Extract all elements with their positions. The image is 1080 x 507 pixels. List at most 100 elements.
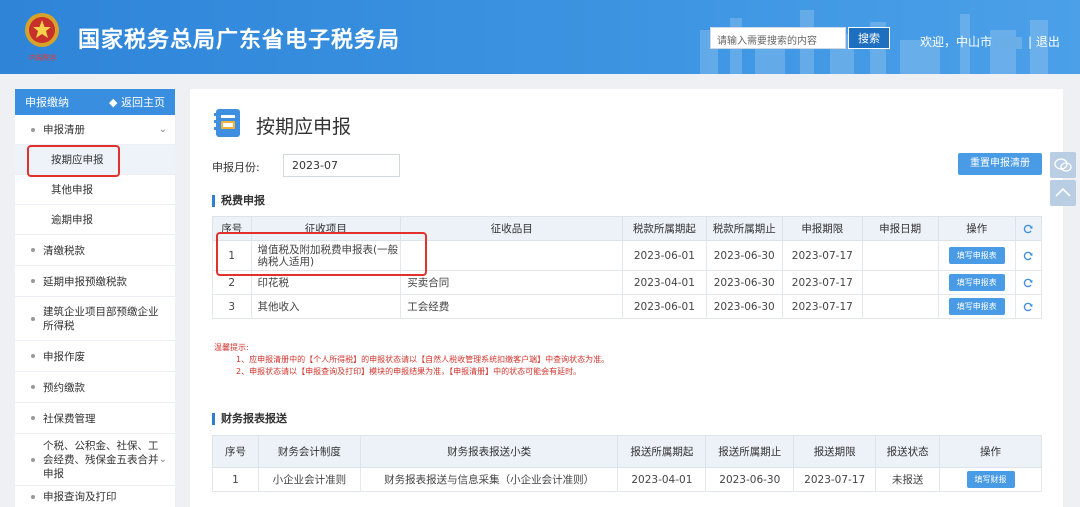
notice-box: 温馨提示: 1、应申报清册中的【个人所得税】的申报状态请以【自然人税收管理系统扣…	[214, 342, 609, 378]
column-header: 税款所属期止	[705, 216, 783, 241]
column-header: 序号	[212, 435, 259, 468]
sidebar-item-deferred-prepay[interactable]: 延期申报预缴税款	[15, 266, 175, 297]
sidebar-item-label: 清缴税款	[43, 244, 85, 257]
deadline: 2023-07-17	[781, 270, 863, 295]
refresh-icon[interactable]	[1023, 224, 1033, 234]
action-cell: 填写申报表	[937, 270, 1016, 295]
logout-link[interactable]: | 退出	[1028, 33, 1060, 50]
report-sub-type: 财务报表报送与信息采集（小企业会计准则）	[359, 467, 619, 492]
reset-declaration-list-button[interactable]: 重置申报清册	[958, 153, 1042, 175]
finance-report-table: 序号 财务会计制度 财务报表报送小类 报送所属期起 报送所属期止 报送期限 报送…	[212, 435, 1042, 492]
column-header: 报送期限	[793, 435, 877, 468]
sidebar-item-void-declaration[interactable]: 申报作废	[15, 341, 175, 372]
bullet-icon	[31, 416, 35, 420]
svg-text:中国税务: 中国税务	[28, 54, 57, 62]
refresh-cell	[1014, 240, 1043, 271]
bullet-icon	[31, 248, 35, 252]
welcome-text: 欢迎，中山市	[920, 33, 1023, 50]
tax-emblem-logo: 中国税务	[25, 13, 59, 62]
fill-form-button[interactable]: 填写申报表	[948, 274, 1005, 291]
refresh-icon[interactable]	[1023, 278, 1033, 288]
period-start: 2023-04-01	[622, 270, 707, 295]
column-header: 申报期限	[781, 216, 863, 241]
site-title: 国家税务总局广东省电子税务局	[78, 28, 401, 53]
tax-item: 其他收入	[250, 294, 402, 319]
fill-financial-report-button[interactable]: 填写财报	[966, 471, 1015, 488]
top-header: 中国税务 国家税务总局广东省电子税务局 请输入需要搜索的内容 搜索 欢迎，中山市…	[0, 0, 1080, 74]
back-to-top-button[interactable]	[1050, 180, 1076, 206]
sidebar-item-scheduled-payment[interactable]: 预约缴款	[15, 372, 175, 403]
search-input[interactable]: 请输入需要搜索的内容	[710, 27, 846, 49]
refresh-cell	[1014, 294, 1043, 319]
sidebar-item-five-in-one[interactable]: 个税、公积金、社保、工会经费、残保金五表合并申报 ⌄	[15, 434, 175, 486]
deadline: 2023-07-17	[781, 240, 863, 271]
sidebar-item-overdue-declaration[interactable]: 逾期申报	[15, 205, 175, 235]
main-panel: 按期应申报 申报月份: 2023-07 重置申报清册 税费申报 序号 征收项目 …	[190, 89, 1063, 507]
refresh-all-cell[interactable]	[1014, 216, 1043, 241]
highlight-box-vat-row	[216, 232, 427, 276]
period-end: 2023-06-30	[705, 240, 783, 271]
back-home-label: 返回主页	[121, 96, 165, 109]
accounting-system: 小企业会计准则	[257, 467, 361, 492]
action-cell: 填写申报表	[937, 240, 1016, 271]
column-header: 操作	[939, 435, 1042, 468]
sidebar-item-other-declaration[interactable]: 其他申报	[15, 175, 175, 205]
search-button[interactable]: 搜索	[848, 27, 890, 49]
period-end: 2023-06-30	[705, 294, 783, 319]
finance-section-title: 财务报表报送	[212, 413, 287, 425]
column-header: 报送状态	[875, 435, 941, 468]
tax-sub-item: 买卖合同	[400, 270, 624, 295]
sidebar-item-label: 申报查询及打印	[43, 491, 117, 503]
tax-sub-item: 工会经费	[400, 294, 624, 319]
column-header: 财务会计制度	[257, 435, 361, 468]
bullet-icon	[31, 279, 35, 283]
bullet-icon	[31, 457, 35, 462]
deadline: 2023-07-17	[781, 294, 863, 319]
refresh-cell	[1014, 270, 1043, 295]
column-header: 报送所属期起	[617, 435, 707, 468]
sidebar-item-label: 延期申报预缴税款	[43, 275, 127, 288]
table-header-row: 序号 财务会计制度 财务报表报送小类 报送所属期起 报送所属期止 报送期限 报送…	[212, 435, 1042, 468]
fill-form-button[interactable]: 填写申报表	[948, 247, 1005, 264]
sidebar-title: 申报缴纳	[25, 96, 69, 109]
refresh-icon[interactable]	[1023, 251, 1033, 261]
chat-float-button[interactable]	[1050, 152, 1076, 178]
sidebar-item-query-print[interactable]: 申报查询及打印	[15, 486, 175, 507]
table-row: 3 其他收入 工会经费 2023-06-01 2023-06-30 2023-0…	[212, 294, 1043, 319]
action-cell: 填写申报表	[937, 294, 1016, 319]
month-label: 申报月份:	[212, 161, 260, 174]
sidebar-item-label: 预约缴款	[43, 381, 85, 394]
bullet-icon	[31, 127, 35, 132]
sidebar-item-social-security[interactable]: 社保费管理	[15, 403, 175, 434]
document-icon	[214, 109, 240, 137]
sidebar-item-label: 个税、公积金、社保、工会经费、残保金五表合并申报	[43, 439, 159, 480]
refresh-icon[interactable]	[1023, 302, 1033, 312]
notice-line: 2、申报状态请以【申报查询及打印】模块的申报结果为准，【申报清册】中的状态可能会…	[236, 367, 582, 376]
sidebar-item-construction-prepay[interactable]: 建筑企业项目部预缴企业所得税	[15, 297, 175, 341]
sidebar-header: 申报缴纳 ◆ 返回主页	[15, 89, 175, 115]
column-header: 申报日期	[861, 216, 939, 241]
chat-icon	[1054, 158, 1072, 172]
column-header: 税款所属期起	[622, 216, 707, 241]
sidebar-item-label: 建筑企业项目部预缴企业所得税	[43, 305, 159, 332]
chevron-down-icon[interactable]: ⌄	[159, 453, 167, 467]
welcome-label: 欢迎，中山市	[920, 35, 993, 49]
period-start: 2023-04-01	[617, 467, 707, 492]
tax-section-title: 税费申报	[212, 195, 265, 207]
declaration-month-input[interactable]: 2023-07	[283, 154, 400, 177]
sidebar-item-label: 申报作废	[43, 350, 85, 363]
bullet-icon	[31, 354, 35, 358]
bullet-icon	[31, 385, 35, 389]
sidebar-item-clear-tax[interactable]: 清缴税款	[15, 235, 175, 266]
bullet-icon	[31, 494, 35, 499]
bullet-icon	[31, 316, 35, 321]
fill-form-button[interactable]: 填写申报表	[948, 298, 1005, 315]
period-end: 2023-06-30	[705, 467, 795, 492]
sidebar-item-label: 其他申报	[51, 184, 93, 196]
column-header: 报送所属期止	[705, 435, 795, 468]
chevron-down-icon[interactable]: ⌄	[159, 124, 167, 135]
period-start: 2023-06-01	[622, 294, 707, 319]
sidebar-item-declaration-list[interactable]: 申报清册 ⌄	[15, 115, 175, 145]
action-cell: 填写财报	[939, 467, 1042, 492]
back-home-link[interactable]: ◆ 返回主页	[109, 94, 165, 110]
